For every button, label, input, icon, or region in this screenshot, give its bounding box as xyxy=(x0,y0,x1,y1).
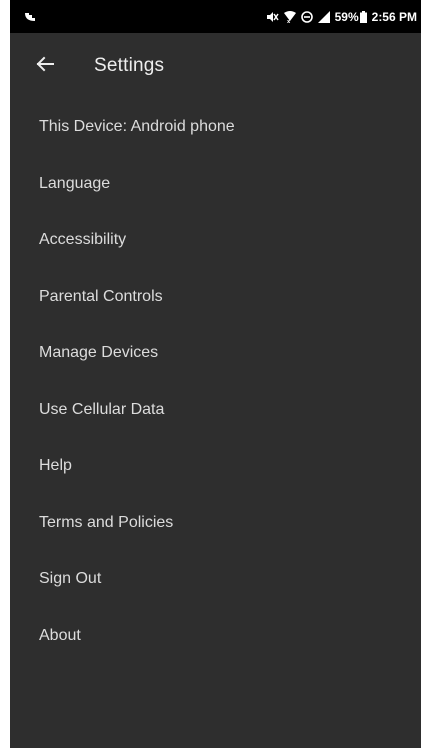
menu-item-label: About xyxy=(39,626,81,644)
battery-icon xyxy=(359,10,367,23)
back-button[interactable] xyxy=(23,44,67,88)
mute-icon xyxy=(266,11,279,23)
status-time: 2:56 PM xyxy=(371,9,417,24)
status-left xyxy=(23,11,37,23)
arrow-left-icon xyxy=(36,56,54,77)
menu-item-this-device[interactable]: This Device: Android phone xyxy=(10,99,421,156)
menu-item-terms-and-policies[interactable]: Terms and Policies xyxy=(10,495,421,552)
menu-item-label: Use Cellular Data xyxy=(39,400,165,418)
menu-item-label: Language xyxy=(39,174,111,192)
menu-item-label: Help xyxy=(39,457,72,475)
menu-item-help[interactable]: Help xyxy=(10,438,421,495)
page-title: Settings xyxy=(94,55,165,76)
menu-item-label: This Device: Android phone xyxy=(39,118,235,136)
menu-item-use-cellular-data[interactable]: Use Cellular Data xyxy=(10,382,421,439)
wifi-icon: x xyxy=(283,10,296,23)
data-saver-icon xyxy=(300,10,313,23)
menu-item-language[interactable]: Language xyxy=(10,156,421,213)
menu-item-label: Parental Controls xyxy=(39,287,163,305)
signal-icon xyxy=(317,10,330,23)
menu-item-label: Terms and Policies xyxy=(39,513,174,531)
menu-item-label: Manage Devices xyxy=(39,344,159,362)
menu-item-manage-devices[interactable]: Manage Devices xyxy=(10,325,421,382)
app-bar: Settings xyxy=(10,33,421,99)
menu-item-label: Sign Out xyxy=(39,570,102,588)
battery-group: 59% xyxy=(335,10,367,24)
vpn-key-icon xyxy=(23,11,37,23)
status-right: x 59% 2:56 PM xyxy=(266,10,417,24)
menu-item-about[interactable]: About xyxy=(10,608,421,665)
status-bar: x 59% 2:56 PM xyxy=(10,0,421,33)
menu-item-label: Accessibility xyxy=(39,231,127,249)
menu-item-parental-controls[interactable]: Parental Controls xyxy=(10,269,421,326)
phone-screen: x 59% 2:56 PM Settings This Device: Andr… xyxy=(10,0,421,748)
menu-item-sign-out[interactable]: Sign Out xyxy=(10,551,421,608)
menu-item-accessibility[interactable]: Accessibility xyxy=(10,212,421,269)
settings-menu: This Device: Android phone Language Acce… xyxy=(10,99,421,664)
battery-percent: 59% xyxy=(334,9,359,24)
